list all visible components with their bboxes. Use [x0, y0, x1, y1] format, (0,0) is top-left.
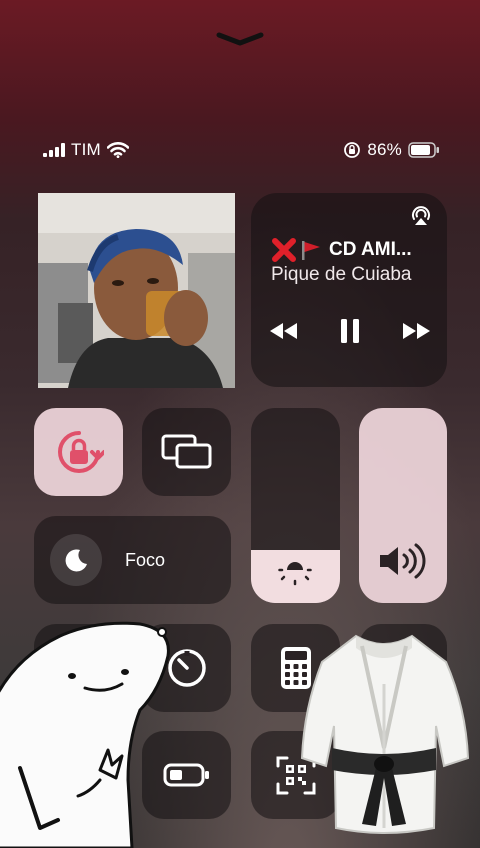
carrier-name: TIM	[71, 140, 101, 159]
screen-mirroring-button[interactable]	[142, 408, 231, 496]
volume-slider[interactable]	[359, 408, 447, 603]
media-player[interactable]: CD AMI... Pique de Cuiaba	[251, 193, 447, 387]
video-person-image	[38, 193, 235, 388]
cross-mark-icon	[272, 238, 296, 262]
triangular-flag-icon	[302, 241, 320, 260]
focus-label: Foco	[125, 550, 166, 570]
rewind-icon[interactable]	[269, 322, 299, 340]
fast-forward-icon[interactable]	[401, 322, 431, 340]
speaker-icon	[380, 543, 426, 579]
sun-icon	[278, 562, 312, 586]
blob-character-sticker	[0, 621, 170, 848]
media-title: CD AMI...	[329, 239, 412, 260]
screen-mirroring-icon	[161, 434, 211, 469]
chevron-down-icon[interactable]	[216, 32, 264, 46]
rotation-lock-toggle[interactable]	[34, 408, 123, 496]
pause-icon[interactable]	[339, 318, 361, 344]
focus-button[interactable]: Foco	[34, 516, 231, 604]
status-bar-left: TIM	[43, 140, 129, 160]
focus-icon-circle	[50, 534, 102, 586]
battery-percentage: 86%	[367, 140, 402, 159]
video-thumbnail[interactable]	[38, 193, 235, 388]
battery-icon	[408, 142, 439, 158]
moon-icon	[65, 549, 87, 572]
orientation-lock-status-icon	[344, 142, 361, 158]
airplay-icon[interactable]	[409, 203, 433, 227]
status-bar-right: 86%	[343, 140, 440, 160]
rotation-lock-icon	[57, 431, 104, 473]
media-controls	[269, 318, 431, 344]
wifi-icon	[106, 142, 129, 158]
signal-icon	[43, 143, 65, 157]
martial-arts-uniform-sticker	[300, 634, 470, 834]
media-title-row: CD AMI...	[271, 237, 412, 263]
media-subtitle: Pique de Cuiaba	[271, 264, 412, 285]
brightness-slider[interactable]	[251, 408, 340, 603]
